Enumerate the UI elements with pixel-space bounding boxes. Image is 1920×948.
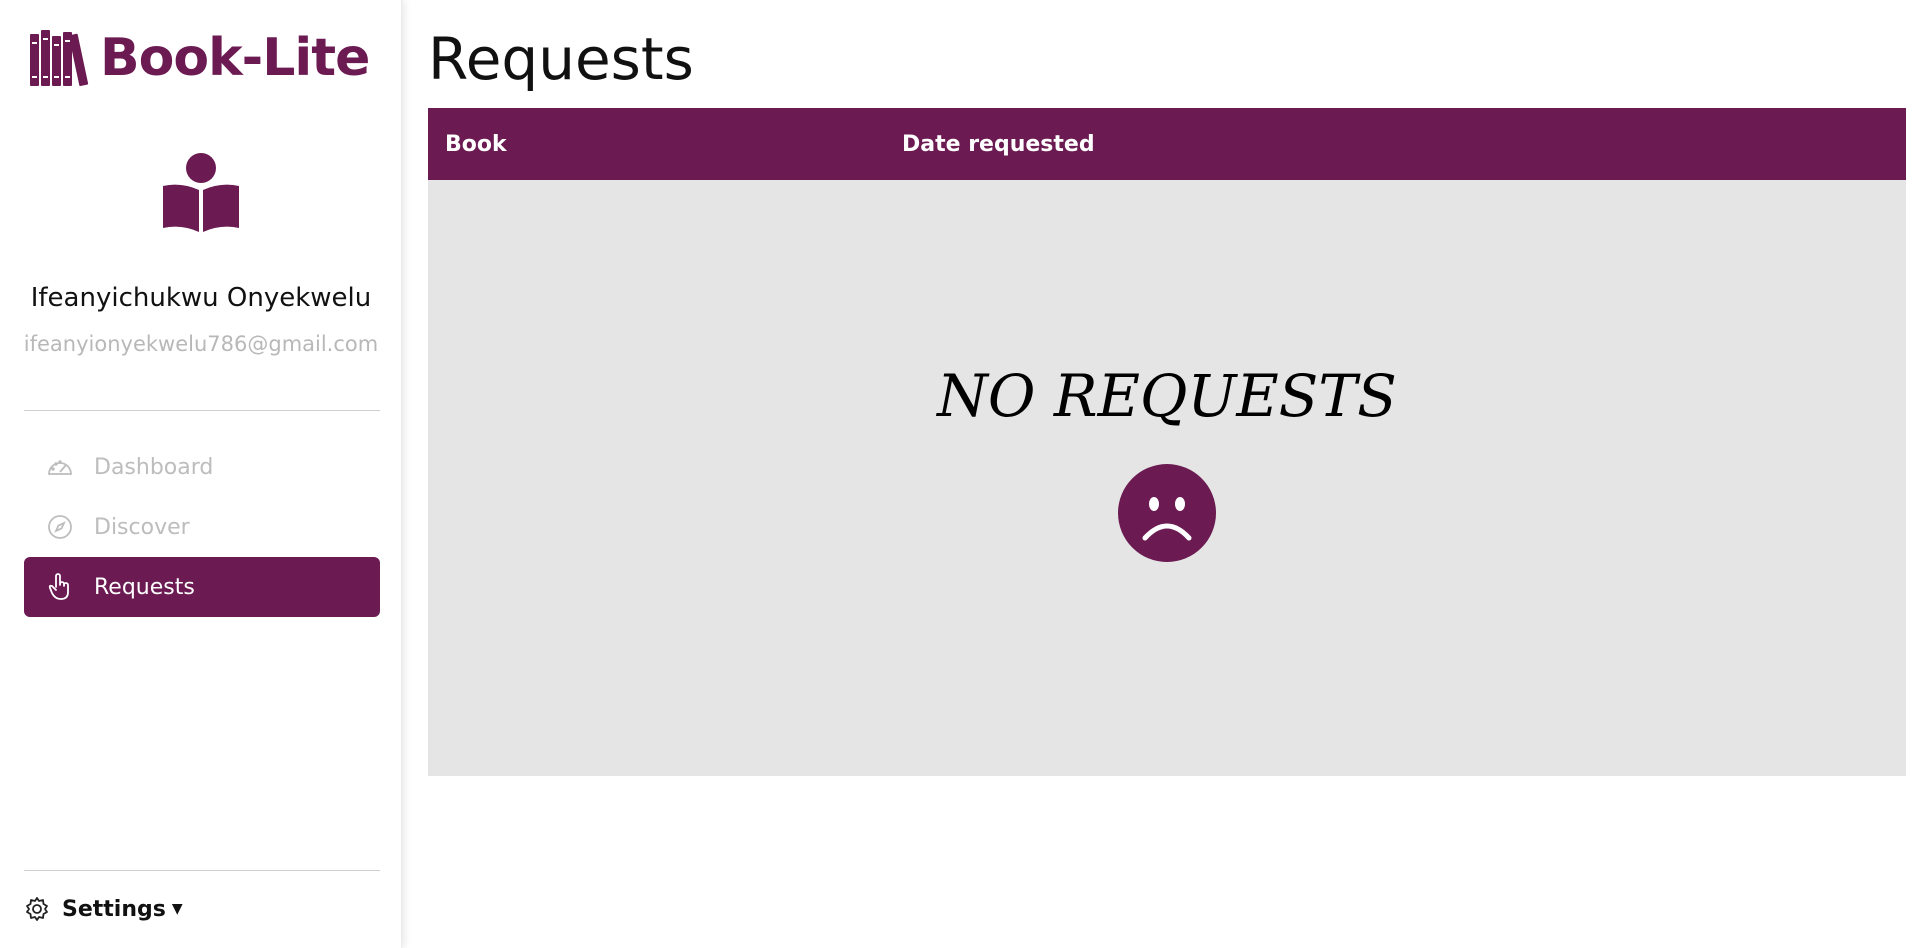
brand-name: Book-Lite (100, 28, 370, 88)
settings-button[interactable]: Settings ▼ (24, 896, 183, 922)
user-name: Ifeanyichukwu Onyekwelu (30, 283, 372, 313)
sidebar-item-dashboard[interactable]: Dashboard (24, 437, 380, 497)
caret-down-icon: ▼ (171, 901, 183, 917)
sidebar-item-label: Discover (94, 514, 190, 540)
hand-pointer-icon (46, 573, 74, 601)
sidebar-item-requests[interactable]: Requests (24, 557, 380, 617)
sidebar-item-label: Dashboard (94, 454, 214, 480)
sidebar-divider (24, 410, 380, 411)
sad-face-icon (1118, 464, 1216, 566)
sidebar: Book-Lite Ifeanyichukwu Onyekwelu ifeany… (0, 0, 402, 948)
table-header: Book Date requested (428, 108, 1906, 180)
requests-table: Book Date requested NO REQUESTS (428, 108, 1906, 776)
speedometer-icon (46, 453, 74, 481)
sidebar-item-label: Requests (94, 574, 195, 600)
books-icon (30, 30, 89, 87)
compass-icon (46, 513, 74, 541)
reader-icon (163, 153, 239, 232)
sidebar-item-discover[interactable]: Discover (24, 497, 380, 557)
brand-logo[interactable]: Book-Lite (28, 28, 370, 88)
sidebar-nav: Dashboard Discover Requests (24, 437, 380, 617)
gear-icon (24, 896, 50, 922)
avatar (161, 152, 241, 236)
settings-label: Settings (62, 896, 166, 922)
column-header-book: Book (445, 132, 507, 157)
column-header-date-requested: Date requested (902, 132, 1095, 157)
user-email: ifeanyionyekwelu786@gmail.com (23, 332, 379, 356)
empty-state-message: NO REQUESTS (937, 362, 1397, 430)
sidebar-bottom-divider (24, 870, 380, 871)
page-title: Requests (428, 25, 694, 93)
